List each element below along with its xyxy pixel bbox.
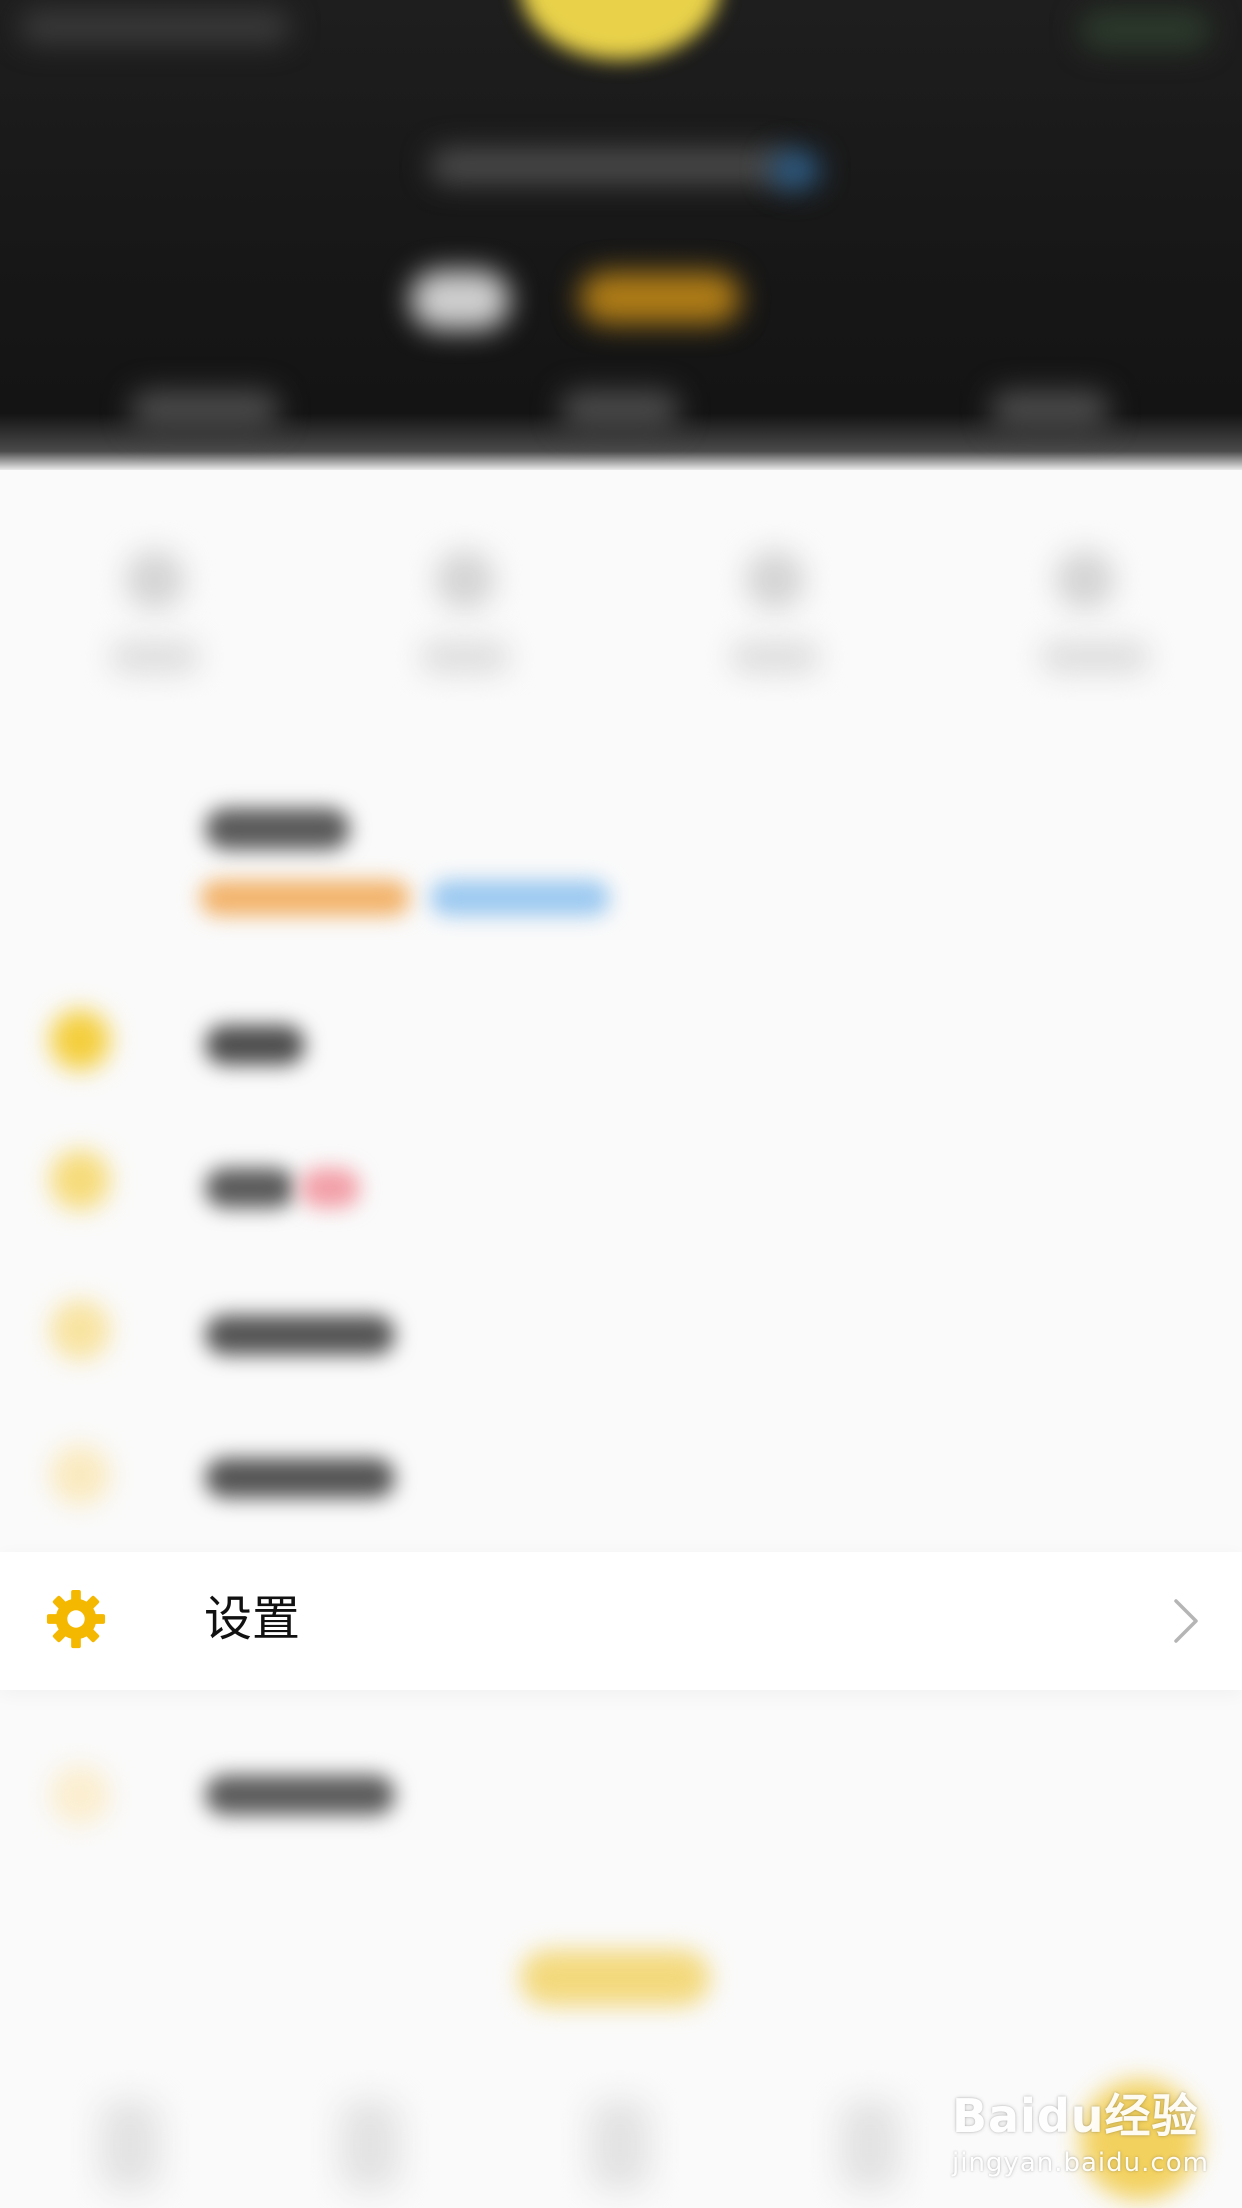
blurred-row-icon	[50, 1010, 110, 1070]
blurred-row-icon	[50, 1150, 110, 1210]
blurred-row-icon	[50, 1445, 110, 1505]
blurred-stat[interactable]	[130, 390, 280, 430]
blurred-row-tag	[430, 880, 610, 916]
gear-icon	[46, 1589, 106, 1649]
watermark: Baidu经验 jingyan.baidu.com	[952, 2080, 1209, 2178]
blurred-row-title	[205, 808, 350, 850]
blurred-action-label	[110, 640, 200, 674]
watermark-url: jingyan.baidu.com	[952, 2148, 1209, 2178]
blurred-row-icon	[50, 1765, 110, 1825]
blurred-action-label	[730, 640, 820, 674]
blurred-action-label	[420, 640, 510, 674]
settings-label: 设置	[204, 1591, 301, 1647]
blurred-header-right	[1080, 10, 1210, 50]
blurred-row-tag	[200, 880, 410, 916]
blurred-row-title[interactable]	[205, 1775, 395, 1815]
blurred-action-label	[1040, 640, 1150, 674]
blurred-action-icon[interactable]	[125, 550, 185, 610]
blurred-row-title[interactable]	[205, 1315, 395, 1355]
avatar[interactable]	[520, 0, 720, 60]
blurred-action-icon[interactable]	[745, 550, 805, 610]
blurred-stat[interactable]	[560, 390, 680, 430]
profile-header	[0, 0, 1242, 470]
blurred-badge-icon	[770, 150, 820, 190]
blurred-chip	[410, 270, 510, 330]
blurred-header-left	[20, 10, 290, 44]
quick-actions	[0, 480, 1242, 750]
blurred-action-icon[interactable]	[1055, 550, 1115, 610]
watermark-brand: Baidu经验	[952, 2089, 1199, 2143]
blurred-row-title[interactable]	[205, 1025, 305, 1065]
blurred-user-name	[430, 148, 790, 184]
chevron-right-icon	[1174, 1599, 1198, 1643]
blurred-row-title[interactable]	[205, 1458, 395, 1498]
blurred-row-title[interactable]	[205, 1168, 295, 1208]
blurred-row-badge	[300, 1168, 360, 1208]
blurred-row-icon	[50, 1300, 110, 1360]
blurred-tab[interactable]	[100, 2100, 160, 2190]
blurred-bottom-button[interactable]	[520, 1950, 710, 2006]
settings-row[interactable]: 设置	[0, 1552, 1242, 1690]
blurred-tab[interactable]	[840, 2100, 900, 2190]
blurred-tab[interactable]	[590, 2100, 650, 2190]
blurred-stat[interactable]	[990, 390, 1110, 430]
blurred-action-icon[interactable]	[435, 550, 495, 610]
blurred-vip-chip[interactable]	[580, 272, 740, 324]
blurred-tab[interactable]	[340, 2100, 400, 2190]
